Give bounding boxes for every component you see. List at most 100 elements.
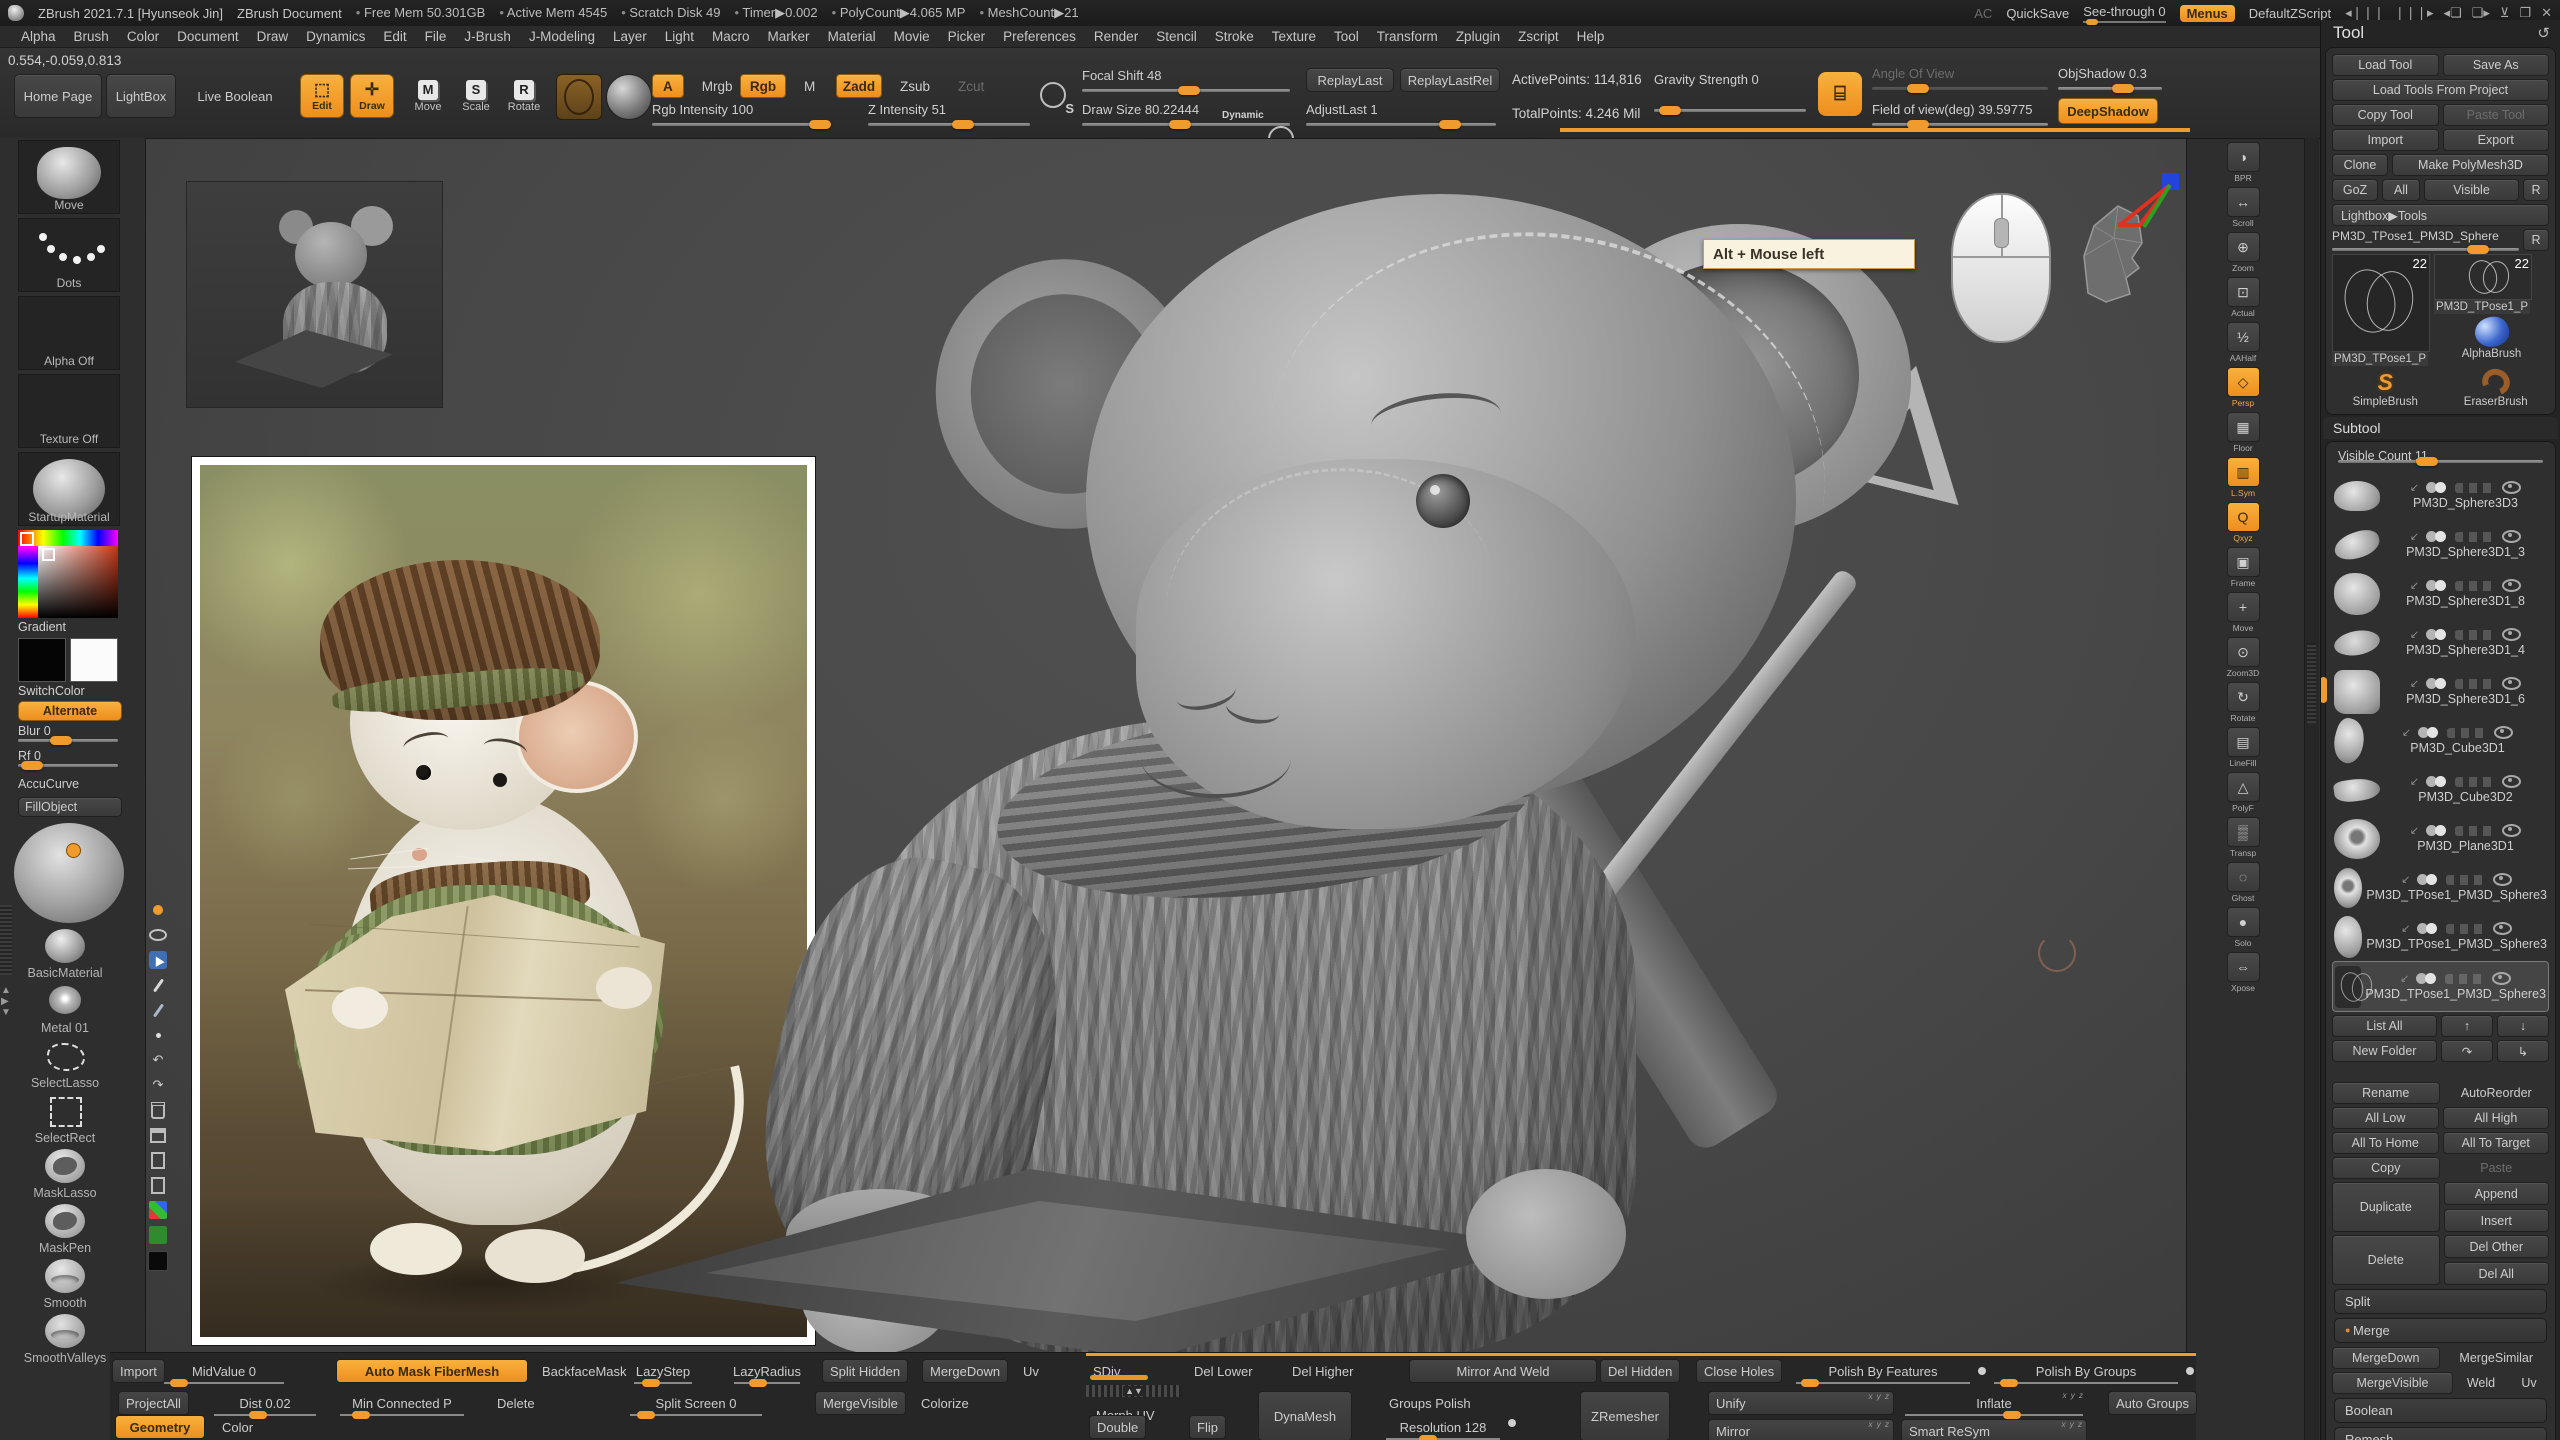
geometry-tab[interactable]: Geometry <box>115 1415 205 1439</box>
subtool-row[interactable]: ↙ PM3D_Sphere3D3 <box>2332 471 2549 520</box>
resolution-slider[interactable]: Resolution 128 <box>1382 1415 1504 1439</box>
color-a-toggle[interactable]: A <box>652 74 684 98</box>
subtool-thumbnail[interactable] <box>2335 966 2361 1008</box>
menu-item[interactable]: Texture <box>1263 27 1325 46</box>
visibility-eye-icon[interactable] <box>149 926 167 944</box>
field-of-view-slider[interactable]: Field of view(deg) 39.59775 <box>1872 102 2048 126</box>
subtool-eye-icon[interactable] <box>2493 873 2512 886</box>
auto-mask-fibermesh-button[interactable]: Auto Mask FiberMesh <box>336 1359 528 1383</box>
right-shelf-button[interactable]: ▤ LineFill <box>2227 727 2260 768</box>
dynamesh-button[interactable]: DynaMesh <box>1258 1391 1352 1440</box>
dock-right-icon[interactable]: ❘❘❘▸ <box>2394 5 2433 21</box>
groups-polish-button[interactable]: Groups Polish <box>1382 1391 1478 1415</box>
lightbox-tools-button[interactable]: Lightbox▶Tools <box>2332 204 2549 226</box>
polish-by-features-slider[interactable]: Polish By Features <box>1792 1359 1974 1383</box>
lightbox-button[interactable]: LightBox <box>106 74 176 118</box>
left-shelf-item[interactable]: MaskPen <box>10 1202 120 1255</box>
polypaint-icon[interactable] <box>2426 629 2448 640</box>
insert-button[interactable]: Insert <box>2444 1209 2550 1232</box>
recent-tool-thumb[interactable]: 22 PM3D_TPose1_P <box>2434 254 2549 314</box>
menu-item[interactable]: Zscript <box>1509 27 1568 46</box>
obj-shadow-slider[interactable]: ObjShadow 0.3 <box>2058 66 2162 90</box>
dock-left-icon[interactable]: ◂❘❘❘ <box>2345 5 2384 21</box>
midvalue-slider[interactable]: MidValue 0 <box>160 1359 288 1383</box>
note-icon[interactable] <box>149 1176 167 1194</box>
menu-item[interactable]: Help <box>1568 27 1614 46</box>
split-section[interactable]: Split <box>2334 1289 2547 1314</box>
subtool-eye-icon[interactable] <box>2502 824 2521 837</box>
subtool-eye-icon[interactable] <box>2502 530 2521 543</box>
zcut-toggle[interactable]: Zcut <box>948 74 994 98</box>
menu-item[interactable]: Light <box>656 27 703 46</box>
subtool-row[interactable]: ↙ PM3D_Sphere3D1_8 <box>2332 569 2549 618</box>
polypaint-icon[interactable] <box>2418 727 2440 738</box>
menu-item[interactable]: Preferences <box>994 27 1085 46</box>
lazystep-slider[interactable]: LazyStep <box>630 1359 696 1383</box>
subtool-row[interactable]: ↙ PM3D_TPose1_PM3D_Sphere3 <box>2332 912 2549 961</box>
trash-icon[interactable] <box>149 1101 167 1119</box>
float-left-icon[interactable]: ◂❏ <box>2444 5 2462 21</box>
polypaint-icon[interactable] <box>2417 923 2439 934</box>
menu-item[interactable]: Transform <box>1368 27 1447 46</box>
split-hidden-button[interactable]: Split Hidden <box>822 1359 908 1383</box>
color-tab[interactable]: Color <box>215 1415 260 1439</box>
close-icon[interactable]: ✕ <box>2541 5 2552 21</box>
paste-subtool-button[interactable]: Paste <box>2444 1157 2550 1179</box>
subtool-thumbnail[interactable] <box>2333 775 2382 803</box>
merge-section[interactable]: Merge <box>2334 1318 2547 1343</box>
flip-button[interactable]: Flip <box>1189 1415 1226 1439</box>
subtool-arrow-icon[interactable]: ↙ <box>2410 677 2419 690</box>
del-higher-button[interactable]: Del Higher <box>1285 1359 1360 1383</box>
subtool-eye-icon[interactable] <box>2493 922 2512 935</box>
replay-last-rel-button[interactable]: ReplayLastRel <box>1400 68 1500 92</box>
mirror-button[interactable]: Mirrorx y z <box>1708 1419 1894 1440</box>
right-shelf-button[interactable]: + Move <box>2227 592 2260 633</box>
panel-divider[interactable] <box>2304 138 2319 1440</box>
menu-item[interactable]: Stroke <box>1206 27 1263 46</box>
goz-button[interactable]: GoZ <box>2332 179 2378 201</box>
gravity-strength-slider[interactable]: Gravity Strength 0 <box>1654 72 1806 112</box>
copy-tool-button[interactable]: Copy Tool <box>2332 104 2439 126</box>
divider-grip-icon[interactable] <box>2307 643 2316 723</box>
list-all-button[interactable]: List All <box>2332 1015 2437 1037</box>
right-shelf-button[interactable]: ◑ BPR <box>2227 142 2260 183</box>
merge-visible-button[interactable]: MergeVisible <box>2332 1372 2453 1394</box>
subtool-thumbnail[interactable] <box>2334 670 2380 714</box>
edit-button[interactable]: ⬚Edit <box>300 74 344 118</box>
polish-by-groups-slider[interactable]: Polish By Groups <box>1990 1359 2182 1383</box>
active-tool-thumb[interactable]: 22 PM3D_TPose1_P <box>2332 254 2430 366</box>
menu-item[interactable]: Material <box>819 27 885 46</box>
uv-bottom-button[interactable]: Uv <box>1016 1359 1046 1383</box>
subtool-thumbnail[interactable] <box>2334 819 2380 859</box>
menu-item[interactable]: Tool <box>1325 27 1368 46</box>
switch-color-swatches[interactable] <box>18 638 145 682</box>
export-tool-button[interactable]: Export <box>2443 129 2550 151</box>
subtool-row[interactable]: ↙ PM3D_Cube3D2 <box>2332 765 2549 814</box>
subtool-eye-icon[interactable] <box>2502 579 2521 592</box>
left-edge-arrows[interactable]: ▲▶▼ <box>1 985 11 1018</box>
camera-icon[interactable]: ⌸ <box>1818 72 1862 116</box>
rf-slider[interactable]: Rf 0 <box>18 749 118 767</box>
subtool-arrow-icon[interactable]: ↙ <box>2410 481 2419 494</box>
rotate-button[interactable]: RRotate <box>502 74 546 118</box>
pencil-tool-icon[interactable] <box>149 976 167 994</box>
merge-down-button[interactable]: MergeDown <box>2332 1347 2440 1369</box>
m-toggle[interactable]: M <box>794 74 825 98</box>
mrgb-toggle[interactable]: Mrgb <box>692 74 743 98</box>
undo-icon[interactable]: ↶ <box>149 1051 167 1069</box>
right-shelf-button[interactable]: △ PolyF <box>2227 772 2260 813</box>
right-shelf-button[interactable]: Q Qxyz <box>2227 502 2260 543</box>
move-button[interactable]: MMove <box>406 74 450 118</box>
gradient-label[interactable]: Gradient <box>18 620 145 634</box>
right-shelf-button[interactable]: ½ AAHalf <box>2227 322 2260 363</box>
mirror-and-weld-button[interactable]: Mirror And Weld <box>1409 1359 1597 1383</box>
double-toggle[interactable]: Double <box>1089 1415 1146 1439</box>
lazyradius-slider[interactable]: LazyRadius <box>730 1359 804 1383</box>
load-tools-from-project-button[interactable]: Load Tools From Project <box>2332 79 2549 101</box>
subtool-arrow-icon[interactable]: ↙ <box>2402 726 2411 739</box>
subtool-eye-icon[interactable] <box>2494 726 2513 739</box>
folder-move-down-button[interactable]: ↳ <box>2497 1040 2549 1062</box>
green-swatch-icon[interactable] <box>149 1226 167 1244</box>
palette-reset-icon[interactable]: ↺ <box>2537 24 2550 42</box>
goz-visible-button[interactable]: Visible <box>2424 179 2519 201</box>
